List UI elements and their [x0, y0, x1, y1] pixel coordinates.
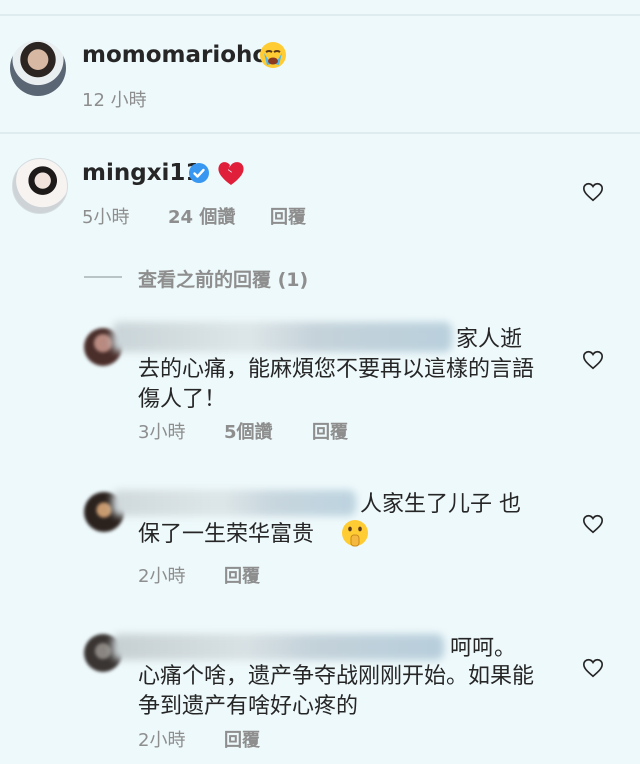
heart-icon[interactable]: [582, 657, 604, 679]
blurred-username: [112, 490, 356, 516]
verified-badge-icon: [189, 163, 209, 183]
broken-heart-emoji: [218, 162, 244, 185]
heart-icon[interactable]: [582, 349, 604, 371]
avatar[interactable]: [10, 40, 66, 96]
blurred-username: [112, 322, 452, 352]
top-divider: [0, 14, 640, 16]
reply-text: 心痛个啥，遗产争夺战刚刚开始。如果能争到遗产有啥好心疼的: [138, 664, 535, 719]
reply-timestamp: 2小時: [138, 730, 186, 751]
reply-text-line1: 呵呵。: [450, 636, 517, 661]
reply-button[interactable]: 回覆: [270, 203, 306, 229]
reply-button[interactable]: 回覆: [312, 418, 348, 444]
reply-text: 保了一生荣华富贵: [138, 522, 315, 547]
comment-timestamp: 5小時: [82, 207, 130, 228]
blurred-username: [112, 634, 444, 660]
view-previous-replies-button[interactable]: 查看之前的回覆 (1): [138, 265, 308, 292]
reply-text-line1: 人家生了儿子 也: [360, 492, 521, 517]
heart-icon[interactable]: [582, 181, 604, 203]
comment-username[interactable]: mingxi11: [82, 160, 201, 186]
reply-timestamp: 3小時: [138, 422, 186, 443]
heart-icon[interactable]: [582, 513, 604, 535]
comment-timestamp: 12 小時: [82, 90, 147, 111]
section-divider: [0, 132, 640, 134]
likes-count[interactable]: 24 個讚: [168, 203, 235, 229]
view-replies-line: [84, 276, 122, 278]
reply-text: 去的心痛，能麻煩您不要再以這樣的言語傷人了！: [138, 357, 535, 412]
shushing-face-emoji: [342, 520, 368, 547]
reply-text-line1: 家人逝: [456, 327, 523, 352]
likes-count[interactable]: 5個讚: [224, 418, 273, 444]
avatar[interactable]: [12, 158, 68, 214]
reply-button[interactable]: 回覆: [224, 562, 260, 588]
crying-face-emoji: [260, 42, 286, 68]
reply-timestamp: 2小時: [138, 566, 186, 587]
reply-button[interactable]: 回覆: [224, 726, 260, 752]
comment-username[interactable]: momomarioho: [82, 42, 268, 68]
